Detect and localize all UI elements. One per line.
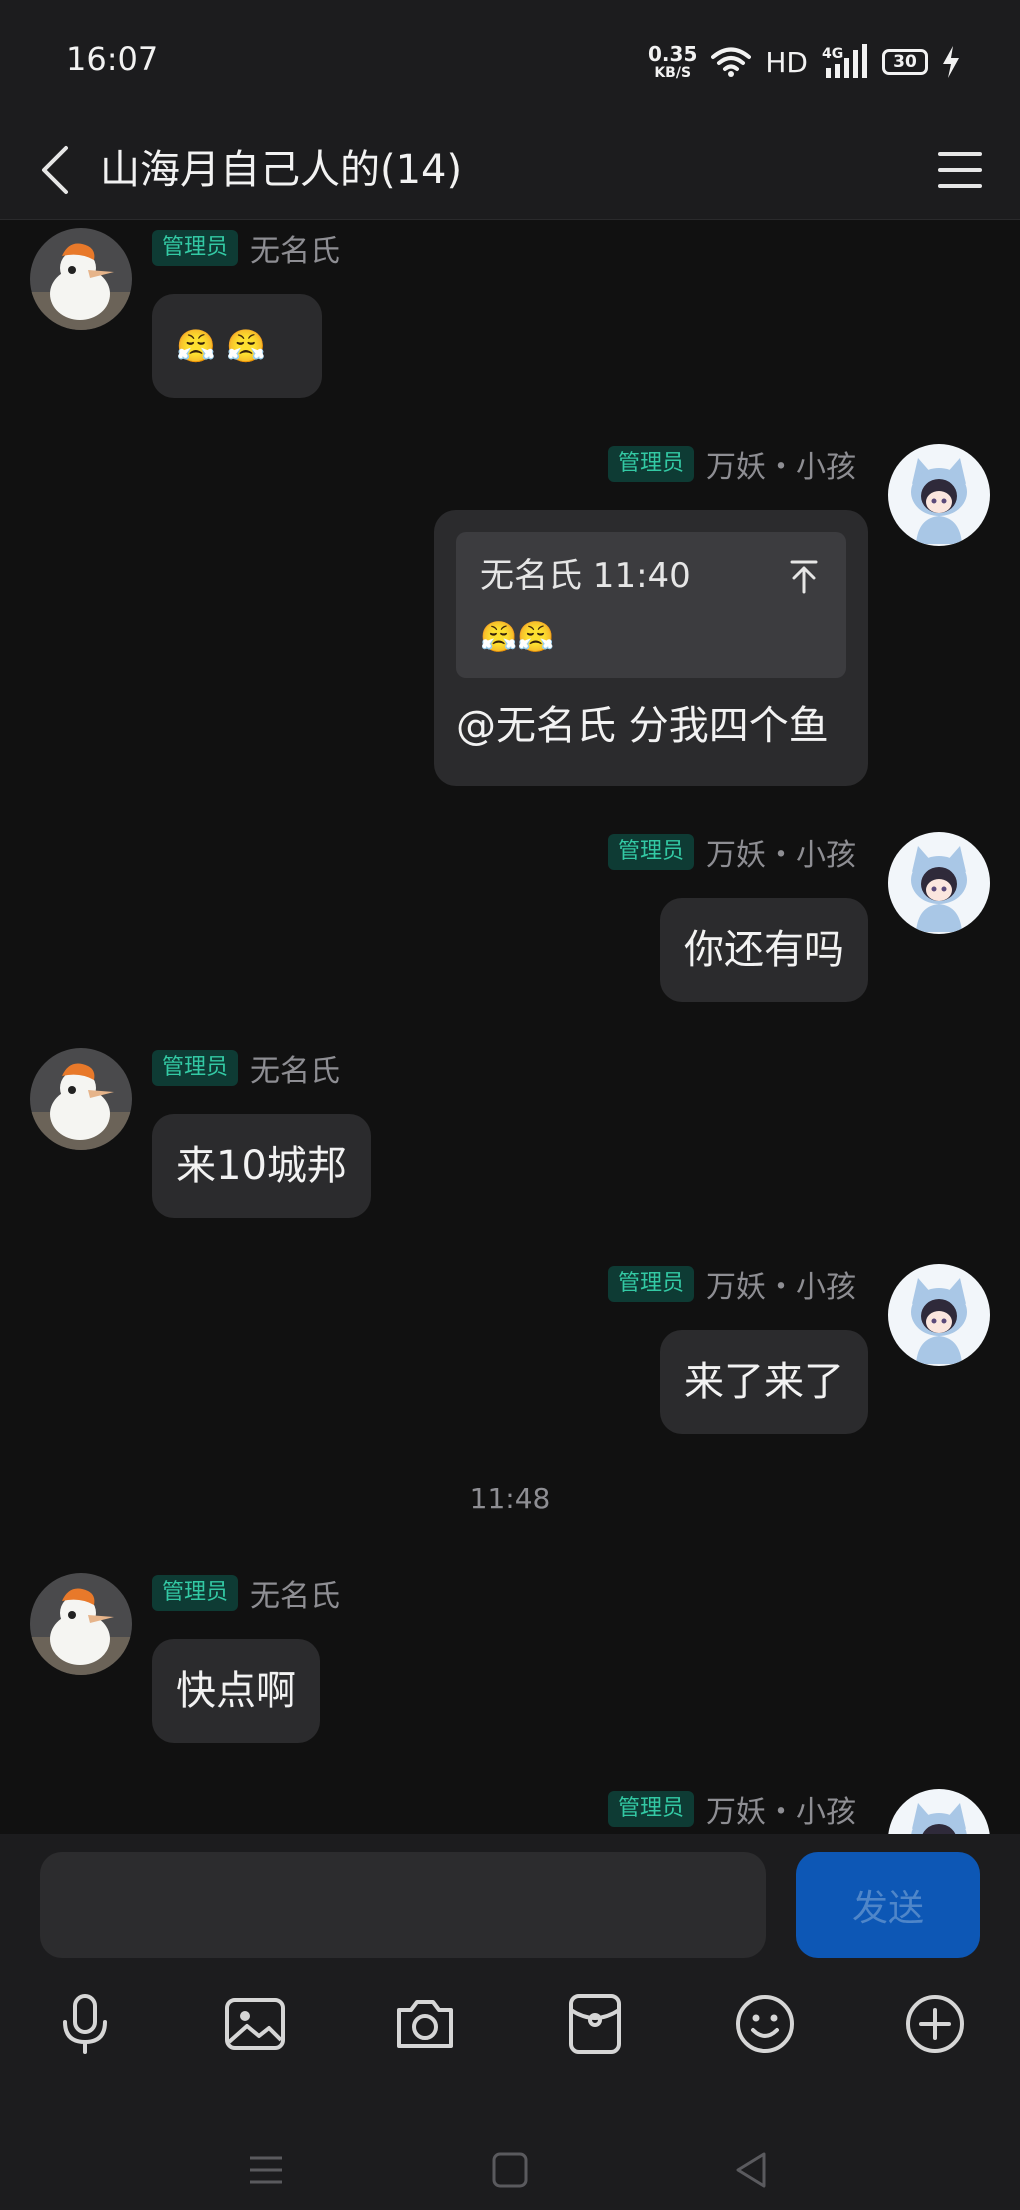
quoted-message[interactable]: 无名氏 11:40 😤😤 [456, 532, 846, 678]
message-bubble[interactable]: 无名氏 11:40 😤😤 @无名氏 分我四个鱼 [434, 510, 868, 786]
message-meta: 管理员 万妖・小孩 [607, 1264, 856, 1305]
avatar[interactable] [30, 228, 132, 330]
message-text: @无名氏 分我四个鱼 [456, 703, 829, 749]
image-icon[interactable] [215, 1984, 295, 2064]
status-bar: 16:07 0.35 KB/S HD 4G 30 [0, 0, 1020, 120]
admin-badge: 管理员 [607, 834, 694, 870]
chat-title: 山海月自己人的(14) [100, 147, 463, 193]
wifi-icon [711, 47, 752, 77]
message-meta: 管理员 无名氏 [152, 1048, 341, 1089]
avatar[interactable] [888, 1264, 990, 1366]
network-speed: 0.35 KB/S [648, 44, 697, 80]
admin-badge: 管理员 [607, 1266, 694, 1302]
microphone-icon[interactable] [45, 1984, 125, 2064]
avatar[interactable] [30, 1048, 132, 1150]
message-meta: 管理员 无名氏 [152, 1573, 341, 1614]
message-meta: 管理员 万妖・小孩 [607, 1789, 856, 1830]
send-button[interactable]: 发送 [796, 1852, 980, 1958]
back-icon[interactable] [30, 140, 90, 200]
message-meta: 管理员 万妖・小孩 [607, 444, 856, 485]
sender-name: 无名氏 [250, 234, 341, 269]
message-bubble[interactable]: 来10城邦 [152, 1114, 371, 1218]
plus-icon[interactable] [895, 1984, 975, 2064]
status-indicators: 0.35 KB/S HD 4G 30 [648, 40, 960, 84]
menu-icon[interactable] [930, 140, 990, 200]
admin-badge: 管理员 [152, 230, 239, 266]
avatar[interactable] [888, 1789, 990, 1834]
home-icon[interactable] [484, 2144, 536, 2196]
admin-badge: 管理员 [152, 1575, 239, 1611]
sender-name: 万妖・小孩 [706, 838, 856, 873]
avatar[interactable] [30, 1573, 132, 1675]
sender-name: 万妖・小孩 [706, 450, 856, 485]
avatar[interactable] [888, 444, 990, 546]
recent-apps-icon[interactable] [240, 2144, 292, 2196]
message-bubble[interactable]: 你还有吗 [660, 898, 868, 1002]
admin-badge: 管理员 [607, 1791, 694, 1827]
avatar[interactable] [888, 832, 990, 934]
quoted-content: 😤😤 [480, 620, 555, 655]
quoted-author-time: 无名氏 11:40 [480, 556, 691, 596]
network-type: 4G [822, 46, 843, 62]
admin-badge: 管理员 [152, 1050, 239, 1086]
camera-icon[interactable] [385, 1984, 465, 2064]
hd-indicator: HD [765, 45, 808, 79]
emoji-icon[interactable] [725, 1984, 805, 2064]
back-nav-icon[interactable] [726, 2144, 778, 2196]
admin-badge: 管理员 [607, 446, 694, 482]
network-speed-unit: KB/S [654, 65, 692, 81]
chat-header: 山海月自己人的(14) [0, 120, 1020, 220]
time-divider: 11:48 [469, 1482, 551, 1515]
charging-icon [943, 46, 959, 78]
message-meta: 管理员 无名氏 [152, 228, 341, 269]
jump-to-quote-icon[interactable] [784, 556, 824, 596]
battery-icon: 30 [882, 49, 928, 75]
sender-name: 无名氏 [250, 1054, 341, 1089]
message-input[interactable] [40, 1852, 766, 1958]
message-bubble[interactable]: 快点啊 [152, 1639, 320, 1743]
sender-name: 无名氏 [250, 1579, 341, 1614]
message-meta: 管理员 万妖・小孩 [607, 832, 856, 873]
system-navigation-bar [0, 2130, 1020, 2210]
red-packet-icon[interactable] [555, 1984, 635, 2064]
network-speed-value: 0.35 [648, 42, 698, 66]
sender-name: 万妖・小孩 [706, 1795, 856, 1830]
signal-icon: 4G [822, 44, 867, 78]
message-bubble[interactable]: 😤 😤 [152, 294, 322, 398]
message-bubble[interactable]: 来了来了 [660, 1330, 868, 1434]
sender-name: 万妖・小孩 [706, 1270, 856, 1305]
status-time: 16:07 [66, 40, 159, 78]
input-bar: 发送 [0, 1834, 1020, 2210]
message-list[interactable]: 管理员 无名氏 😤 😤 管理员 万妖・小孩 无名氏 11:40 😤😤 @无名氏 … [0, 220, 1020, 1834]
